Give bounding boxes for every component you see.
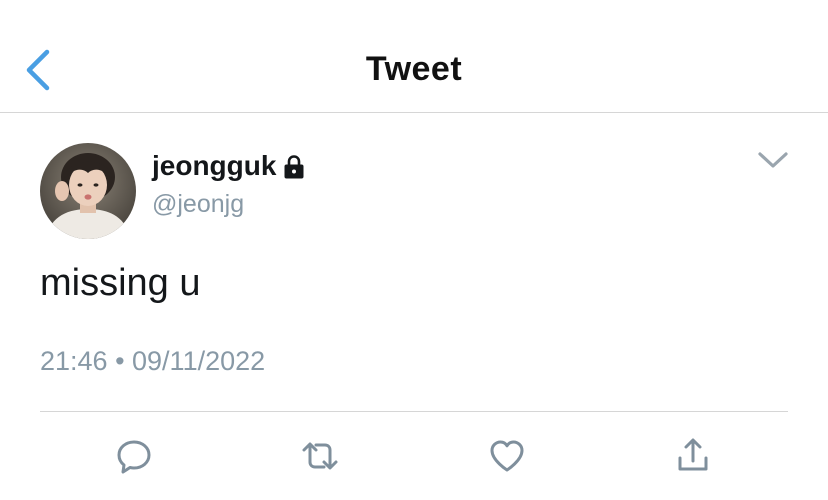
user-handle[interactable]: @jeonjg bbox=[152, 190, 244, 219]
like-icon bbox=[490, 440, 524, 472]
navigation-bar: Tweet bbox=[0, 0, 828, 113]
share-button[interactable] bbox=[673, 436, 713, 476]
avatar[interactable] bbox=[40, 143, 136, 239]
author-name-row[interactable]: jeongguk bbox=[152, 148, 306, 184]
tweet-timestamp: 21:46 • 09/11/2022 bbox=[40, 346, 266, 376]
retweet-icon bbox=[302, 442, 338, 470]
lock-icon bbox=[284, 155, 304, 179]
display-name[interactable]: jeongguk bbox=[152, 150, 276, 182]
tweet-menu-button[interactable] bbox=[756, 148, 790, 172]
reply-icon bbox=[117, 440, 151, 474]
chevron-down-icon bbox=[758, 152, 788, 168]
tweet-text: missing u bbox=[40, 262, 201, 304]
page-title: Tweet bbox=[365, 50, 463, 88]
like-button[interactable] bbox=[487, 436, 527, 476]
tweet-detail-screen: Tweet jeongguk @jeonjg missing u 21:46 •… bbox=[0, 0, 828, 500]
retweet-button[interactable] bbox=[300, 436, 340, 476]
share-icon bbox=[678, 438, 708, 471]
reply-button[interactable] bbox=[114, 436, 154, 476]
divider bbox=[40, 411, 788, 412]
